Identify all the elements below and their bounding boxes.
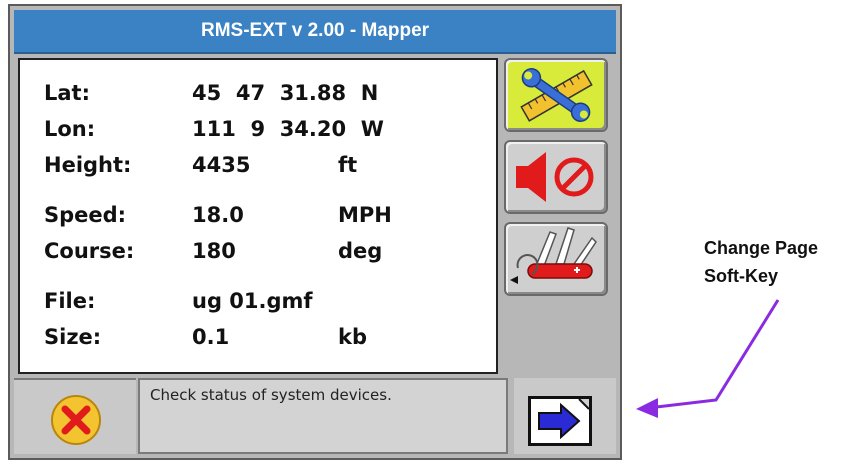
- course-value: 180: [192, 239, 236, 263]
- bottom-bar: Check status of system devices.: [14, 378, 616, 454]
- annotation-line-2: Soft-Key: [704, 266, 779, 286]
- softkey-column: [504, 58, 614, 374]
- lat-label: Lat:: [44, 81, 90, 105]
- exit-softkey[interactable]: [14, 378, 136, 454]
- lon-row: Lon: 111 9 34.20 W: [20, 114, 496, 144]
- file-value: ug 01.gmf: [192, 289, 313, 313]
- x-circle-icon: [51, 395, 101, 445]
- lon-label: Lon:: [44, 117, 96, 141]
- size-label: Size:: [44, 325, 102, 349]
- speed-row: Speed: 18.0 MPH: [20, 200, 496, 230]
- course-unit: deg: [338, 239, 383, 263]
- annotation-arrow-icon: [636, 299, 780, 418]
- data-panel: Lat: 45 47 31.88 N Lon: 111 9 34.20 W He…: [18, 58, 498, 374]
- change-page-softkey[interactable]: [514, 378, 616, 454]
- speed-value: 18.0: [192, 203, 244, 227]
- speaker-muted-icon: [516, 152, 594, 202]
- lat-row: Lat: 45 47 31.88 N: [20, 78, 496, 108]
- device-screen: RMS-EXT v 2.00 - Mapper Lat: 45 47 31.88…: [8, 4, 622, 460]
- lat-value: 45 47 31.88 N: [192, 81, 379, 105]
- file-label: File:: [44, 289, 96, 313]
- window-title: RMS-EXT v 2.00 - Mapper: [14, 10, 616, 54]
- utilities-softkey[interactable]: [504, 222, 608, 296]
- height-value: 4435: [192, 153, 251, 177]
- speed-label: Speed:: [44, 203, 127, 227]
- size-value: 0.1: [192, 325, 230, 349]
- mute-softkey[interactable]: [504, 140, 608, 214]
- height-unit: ft: [338, 153, 358, 177]
- tools-softkey[interactable]: [504, 58, 608, 132]
- height-row: Height: 4435 ft: [20, 150, 496, 180]
- size-unit: kb: [338, 325, 367, 349]
- course-label: Course:: [44, 239, 135, 263]
- change-page-annotation: Change Page Soft-Key: [704, 234, 818, 290]
- tools-wrench-ruler-icon: [520, 68, 593, 122]
- annotation-line-1: Change Page: [704, 238, 819, 258]
- speed-unit: MPH: [338, 203, 392, 227]
- file-row: File: ug 01.gmf: [20, 286, 496, 316]
- status-message: Check status of system devices.: [138, 378, 508, 454]
- course-row: Course: 180 deg: [20, 236, 496, 266]
- arrow-right-page-icon: [528, 396, 592, 446]
- size-row: Size: 0.1 kb: [20, 322, 496, 352]
- height-label: Height:: [44, 153, 132, 177]
- multitool-knife-icon: [510, 227, 597, 284]
- lon-value: 111 9 34.20 W: [192, 117, 384, 141]
